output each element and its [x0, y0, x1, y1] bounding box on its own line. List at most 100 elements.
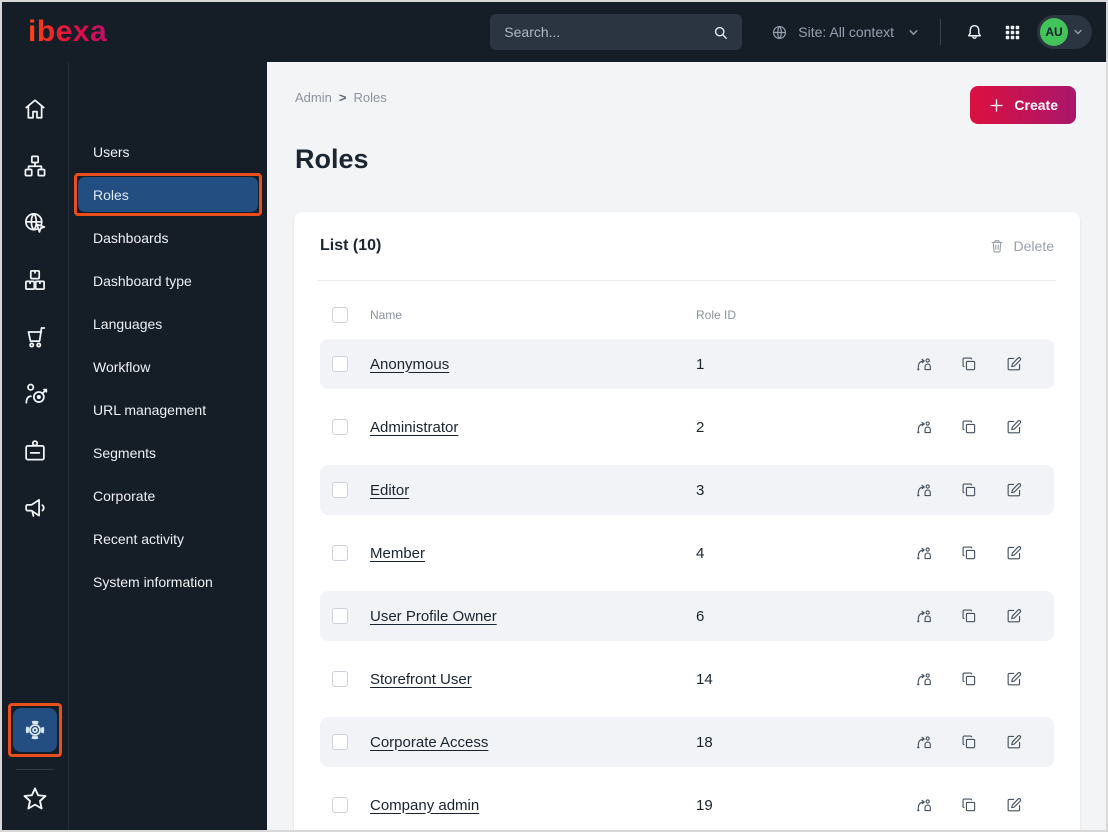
table-row: Storefront User 14: [320, 654, 1054, 704]
row-actions: [915, 607, 1038, 625]
app-grid-icon: [1005, 25, 1019, 39]
breadcrumb-admin[interactable]: Admin: [295, 90, 332, 105]
commerce-cart-icon[interactable]: [18, 320, 52, 354]
role-name-link[interactable]: Administrator: [370, 419, 696, 436]
row-checkbox[interactable]: [332, 545, 348, 561]
admin-menu: Users Roles Dashboards Dashboard type Langua…: [68, 62, 267, 830]
assign-user-icon[interactable]: [915, 544, 933, 562]
copy-icon[interactable]: [960, 544, 978, 562]
global-search[interactable]: [490, 14, 743, 50]
home-icon[interactable]: [18, 92, 52, 126]
sidebar-item-recent-activity[interactable]: Recent activity: [69, 517, 267, 560]
copy-icon[interactable]: [960, 733, 978, 751]
customers-icon[interactable]: [18, 377, 52, 411]
role-name-link[interactable]: User Profile Owner: [370, 608, 696, 625]
app-switcher-button[interactable]: [997, 17, 1027, 47]
edit-icon[interactable]: [1005, 355, 1023, 373]
column-header-name: Name: [370, 308, 403, 322]
icon-rail: [2, 62, 68, 830]
edit-icon[interactable]: [1005, 481, 1023, 499]
globe-icon: [773, 25, 787, 39]
role-id-value: 4: [696, 544, 705, 562]
copy-icon[interactable]: [960, 607, 978, 625]
role-name-link[interactable]: Editor: [370, 482, 696, 499]
site-context-selector[interactable]: Site: All context: [770, 23, 920, 42]
row-actions: [915, 796, 1038, 814]
plus-icon: [990, 98, 1004, 112]
sidebar-item-segments[interactable]: Segments: [69, 431, 267, 474]
create-button[interactable]: Create: [970, 86, 1076, 124]
chevron-down-icon: [909, 29, 918, 35]
roles-table-body: Anonymous 1 Administrator 2 Editor 3 Mem…: [320, 339, 1054, 830]
product-catalog-icon[interactable]: [18, 263, 52, 297]
copy-icon[interactable]: [960, 418, 978, 436]
assign-user-icon[interactable]: [915, 418, 933, 436]
search-icon[interactable]: [711, 23, 730, 42]
edit-icon[interactable]: [1005, 544, 1023, 562]
sidebar-item-languages[interactable]: Languages: [69, 302, 267, 345]
notifications-button[interactable]: [959, 17, 989, 47]
user-menu[interactable]: AU: [1037, 15, 1092, 49]
row-checkbox[interactable]: [332, 671, 348, 687]
table-row: Anonymous 1: [320, 339, 1054, 389]
role-name-link[interactable]: Member: [370, 545, 696, 562]
role-id-value: 3: [696, 481, 705, 499]
sidebar-item-users[interactable]: Users: [69, 130, 267, 173]
role-name-link[interactable]: Corporate Access: [370, 734, 696, 751]
delete-button[interactable]: Delete: [988, 237, 1054, 255]
sidebar-item-dashboards[interactable]: Dashboards: [69, 216, 267, 259]
role-id-value: 19: [696, 796, 713, 814]
role-id-value: 6: [696, 607, 705, 625]
favorites-button[interactable]: [20, 784, 50, 820]
assign-user-icon[interactable]: [915, 796, 933, 814]
sidebar-item-roles[interactable]: Roles: [78, 177, 258, 212]
row-checkbox[interactable]: [332, 734, 348, 750]
table-row: Corporate Access 18: [320, 717, 1054, 767]
ibexa-logo[interactable]: ibexa: [28, 17, 107, 47]
settings-button[interactable]: [13, 708, 57, 752]
assign-user-icon[interactable]: [915, 733, 933, 751]
edit-icon[interactable]: [1005, 670, 1023, 688]
sidebar-item-system-information[interactable]: System information: [69, 560, 267, 603]
marketing-megaphone-icon[interactable]: [18, 491, 52, 525]
corporate-badge-icon[interactable]: [18, 434, 52, 468]
edit-icon[interactable]: [1005, 418, 1023, 436]
table-row: Editor 3: [320, 465, 1054, 515]
table-row: Company admin 19: [320, 780, 1054, 830]
roles-list-card: List (10) Delete Name Role ID Anonymous …: [294, 212, 1080, 830]
table-row: Administrator 2: [320, 402, 1054, 452]
chevron-down-icon: [1074, 29, 1082, 35]
sidebar-item-dashboard-type[interactable]: Dashboard type: [69, 259, 267, 302]
row-checkbox[interactable]: [332, 482, 348, 498]
select-all-checkbox[interactable]: [332, 307, 348, 323]
assign-user-icon[interactable]: [915, 355, 933, 373]
search-input[interactable]: [504, 24, 712, 40]
copy-icon[interactable]: [960, 481, 978, 499]
assign-user-icon[interactable]: [915, 481, 933, 499]
copy-icon[interactable]: [960, 355, 978, 373]
row-checkbox[interactable]: [332, 608, 348, 624]
role-name-link[interactable]: Storefront User: [370, 671, 696, 688]
star-icon: [23, 787, 47, 810]
sidebar-item-corporate[interactable]: Corporate: [69, 474, 267, 517]
role-name-link[interactable]: Company admin: [370, 797, 696, 814]
sidebar-item-workflow[interactable]: Workflow: [69, 345, 267, 388]
edit-icon[interactable]: [1005, 733, 1023, 751]
row-checkbox[interactable]: [332, 356, 348, 372]
trash-icon: [991, 240, 1002, 253]
column-header-role-id: Role ID: [696, 308, 737, 322]
site-icon[interactable]: [18, 206, 52, 240]
content-tree-icon[interactable]: [18, 149, 52, 183]
copy-icon[interactable]: [960, 670, 978, 688]
assign-user-icon[interactable]: [915, 670, 933, 688]
role-id-value: 14: [696, 670, 713, 688]
edit-icon[interactable]: [1005, 607, 1023, 625]
copy-icon[interactable]: [960, 796, 978, 814]
sidebar-item-url-management[interactable]: URL management: [69, 388, 267, 431]
row-checkbox[interactable]: [332, 419, 348, 435]
row-checkbox[interactable]: [332, 797, 348, 813]
role-name-link[interactable]: Anonymous: [370, 356, 696, 373]
assign-user-icon[interactable]: [915, 607, 933, 625]
edit-icon[interactable]: [1005, 796, 1023, 814]
breadcrumb-roles[interactable]: Roles: [353, 90, 386, 105]
